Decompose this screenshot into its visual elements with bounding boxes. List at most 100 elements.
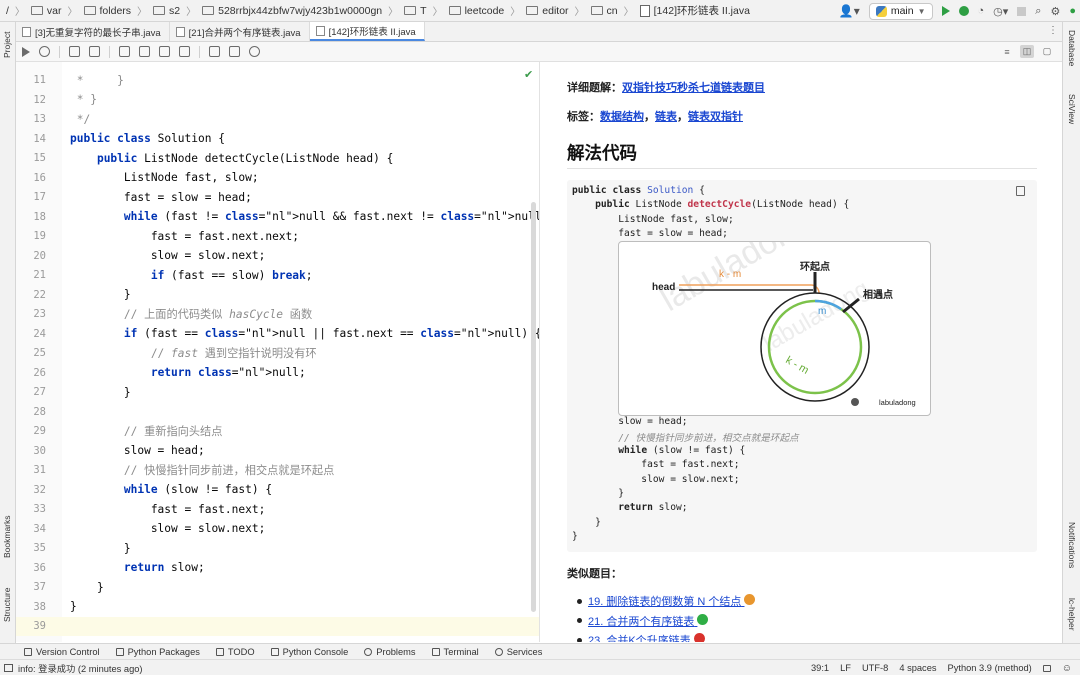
code-line[interactable]: 22 } xyxy=(16,285,539,305)
gear-icon[interactable]: ⚙ xyxy=(1050,5,1060,18)
tab-merge-two-lists[interactable]: [21]合并两个有序链表.java xyxy=(170,22,310,41)
code-line[interactable]: 30 slow = head; xyxy=(16,441,539,461)
inspection-icon[interactable]: ☺ xyxy=(1062,663,1072,674)
code-line[interactable]: 12 * } xyxy=(16,90,539,110)
user-account-icon[interactable]: 👤▾ xyxy=(839,4,860,18)
run-icon[interactable] xyxy=(941,6,950,16)
layout-toggle-icon[interactable] xyxy=(4,663,13,672)
tab-longest-substring[interactable]: [3]无重复字符的最长子串.java xyxy=(16,22,170,41)
breadcrumb-folders[interactable]: folders 〉 xyxy=(83,3,154,18)
more-tabs-icon[interactable]: ⋮ xyxy=(1048,25,1058,36)
search-icon[interactable]: ⌕ xyxy=(1035,5,1041,18)
caret-position[interactable]: 39:1 xyxy=(811,663,829,673)
code-line[interactable]: 33 fast = fast.next; xyxy=(16,500,539,520)
terminal-tool-button[interactable]: Terminal xyxy=(431,647,479,657)
code-line[interactable]: 14 public class Solution { xyxy=(16,129,539,149)
tag-link-data-structure[interactable]: 数据结构 xyxy=(600,111,644,123)
code-line[interactable]: 35 } xyxy=(16,539,539,559)
code-line[interactable]: 34 slow = slow.next; xyxy=(16,519,539,539)
timer-icon[interactable] xyxy=(249,46,260,57)
favorite-icon[interactable] xyxy=(179,46,190,57)
submit-icon[interactable] xyxy=(69,46,80,57)
code-line[interactable]: 13 */ xyxy=(16,110,539,130)
preview-only-view-icon[interactable]: ▢ xyxy=(1040,45,1054,58)
branch-selector[interactable]: main ▼ xyxy=(868,2,933,20)
similar-problem-link[interactable]: 23. 合并K个升序链表 xyxy=(588,632,705,642)
code-line[interactable]: 29 // 重新指向头结点 xyxy=(16,422,539,442)
tag-link-linked-list[interactable]: 链表 xyxy=(655,111,677,123)
code-line[interactable]: 16 ListNode fast, slow; xyxy=(16,168,539,188)
breadcrumb-root[interactable]: / 〉 xyxy=(6,3,31,19)
code-line[interactable]: 23 // 上面的代码类似 hasCycle 函数 xyxy=(16,305,539,325)
test-icon[interactable] xyxy=(89,46,100,57)
code-line[interactable]: 19 fast = fast.next.next; xyxy=(16,227,539,247)
database-tool-button[interactable]: Database xyxy=(1067,30,1077,66)
similar-problem-link[interactable]: 19. 删除链表的倒数第 N 个结点 xyxy=(588,593,756,609)
code-line[interactable]: 27 } xyxy=(16,383,539,403)
comment-icon[interactable] xyxy=(119,46,130,57)
solution-icon[interactable] xyxy=(139,46,150,57)
code-line[interactable]: 36 return slow; xyxy=(16,558,539,578)
breadcrumb-cn[interactable]: cn 〉 xyxy=(590,3,640,18)
status-message[interactable]: info: 登录成功 (2 minutes ago) xyxy=(18,661,143,675)
code-line[interactable]: 28 xyxy=(16,402,539,422)
bookmark-icon[interactable] xyxy=(229,46,240,57)
editor-only-view-icon[interactable]: ≡ xyxy=(1000,45,1014,58)
coverage-icon[interactable]: ◔ xyxy=(978,5,985,17)
debug-icon[interactable] xyxy=(958,6,969,16)
code-line[interactable]: 17 fast = slow = head; xyxy=(16,188,539,208)
lc-helper-tool-button[interactable]: lc-helper xyxy=(1067,598,1077,631)
copy-icon[interactable] xyxy=(1016,186,1025,196)
editor-scrollbar[interactable] xyxy=(531,202,536,612)
detail-link[interactable]: 双指针技巧秒杀七道链表题目 xyxy=(622,82,765,94)
stop-icon[interactable] xyxy=(1017,6,1027,16)
indent-setting[interactable]: 4 spaces xyxy=(899,663,936,673)
code-line[interactable]: 15 public ListNode detectCycle(ListNode … xyxy=(16,149,539,169)
breadcrumb-var[interactable]: var 〉 xyxy=(30,3,84,18)
code-line[interactable]: 11 * } xyxy=(16,71,539,91)
file-encoding[interactable]: UTF-8 xyxy=(862,663,888,673)
code-line[interactable]: 38} xyxy=(16,597,539,617)
code-line[interactable]: 25 // fast 遇到空指针说明没有环 xyxy=(16,344,539,364)
profile-icon[interactable]: ◷▾ xyxy=(993,5,1008,18)
python-packages-tool-button[interactable]: Python Packages xyxy=(115,647,200,657)
tag-link-two-pointers[interactable]: 链表双指针 xyxy=(688,111,743,123)
bookmarks-tool-button[interactable]: Bookmarks xyxy=(2,515,12,558)
code-line[interactable]: 20 slow = slow.next; xyxy=(16,246,539,266)
code-line[interactable]: 24 if (fast == class="nl">null || fast.n… xyxy=(16,324,539,344)
breadcrumb-leetcode[interactable]: leetcode 〉 xyxy=(448,3,527,18)
code-line[interactable]: 31 // 快慢指针同步前进，相交点就是环起点 xyxy=(16,461,539,481)
code-editor[interactable]: 11 * } 12 * } 13 */14 public class Solution… xyxy=(16,62,540,642)
structure-tool-button[interactable]: Structure xyxy=(2,588,12,623)
code-line[interactable]: 37 } xyxy=(16,578,539,598)
edit-icon[interactable] xyxy=(209,46,220,57)
code-line[interactable]: 26 return class="nl">null; xyxy=(16,363,539,383)
code-line[interactable]: 21 if (fast == slow) break; xyxy=(16,266,539,286)
version-control-tool-button[interactable]: Version Control xyxy=(24,647,100,657)
lock-icon[interactable] xyxy=(1042,664,1051,672)
split-view-icon[interactable]: ◫ xyxy=(1020,45,1034,58)
breadcrumb-t[interactable]: T 〉 xyxy=(404,3,448,18)
python-console-tool-button[interactable]: Python Console xyxy=(270,647,348,657)
tab-linked-list-cycle-ii[interactable]: [142]环形链表 II.java xyxy=(309,22,425,41)
note-icon[interactable] xyxy=(159,46,170,57)
line-separator[interactable]: LF xyxy=(840,663,851,673)
problems-tool-button[interactable]: Problems xyxy=(364,647,416,657)
notifications-tool-button[interactable]: Notifications xyxy=(1067,522,1077,568)
todo-tool-button[interactable]: TODO xyxy=(215,647,255,657)
sciview-tool-button[interactable]: SciView xyxy=(1067,94,1077,124)
code-line[interactable]: 39 xyxy=(16,616,539,636)
code-line[interactable]: 32 while (slow != fast) { xyxy=(16,480,539,500)
breadcrumb-s2[interactable]: s2 〉 xyxy=(153,3,202,18)
plugin-icon[interactable]: ● xyxy=(1069,5,1076,17)
project-tool-button[interactable]: Project xyxy=(2,32,12,58)
run-icon[interactable] xyxy=(22,46,30,57)
python-interpreter[interactable]: Python 3.9 (method) xyxy=(948,663,1032,673)
services-tool-button[interactable]: Services xyxy=(494,647,542,657)
breadcrumb-editor[interactable]: editor 〉 xyxy=(526,3,590,18)
similar-problem-link[interactable]: 21. 合并两个有序链表 xyxy=(588,613,709,629)
breadcrumb-tmpdir[interactable]: 528rrbjx44zbfw7wjy423b1w0000gn 〉 xyxy=(202,3,404,18)
code-line[interactable]: 18 while (fast != class="nl">null && fas… xyxy=(16,207,539,227)
breadcrumb-file[interactable]: [142]环形链表 II.java xyxy=(639,3,750,18)
debug-icon[interactable] xyxy=(39,46,50,57)
